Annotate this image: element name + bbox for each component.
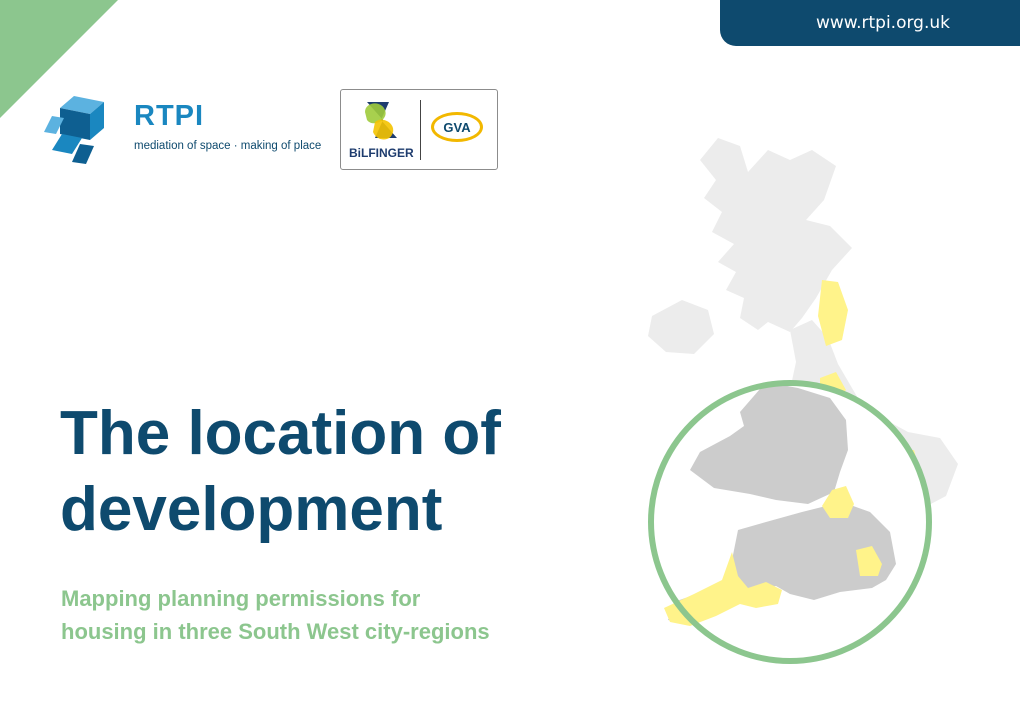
- rtpi-name: RTPI: [134, 100, 205, 132]
- bilfinger-mark-icon: [365, 102, 397, 140]
- rtpi-tagline: mediation of space · making of place: [134, 140, 322, 152]
- uk-map-illustration: [648, 138, 958, 664]
- rtpi-logo: RTPI mediation of space · making of plac…: [42, 94, 321, 170]
- subtitle-line-2: housing in three South West city-regions: [61, 619, 490, 644]
- page-title: The location of development: [60, 396, 501, 548]
- website-url[interactable]: www.rtpi.org.uk: [720, 0, 1020, 46]
- bilfinger-name: BiLFINGER: [349, 146, 414, 160]
- partner-logos: BiLFINGER GVA: [340, 89, 498, 170]
- title-line-1: The location of: [60, 399, 501, 468]
- gva-name: GVA: [443, 119, 471, 135]
- title-line-2: development: [60, 475, 443, 544]
- gva-badge-icon: GVA: [431, 112, 483, 142]
- page-subtitle: Mapping planning permissions for housing…: [61, 582, 490, 648]
- partner-divider: [420, 100, 421, 160]
- subtitle-line-1: Mapping planning permissions for: [61, 586, 421, 611]
- northern-ireland-shape: [648, 300, 714, 354]
- rtpi-cube-icon: [44, 96, 104, 164]
- website-url-text[interactable]: www.rtpi.org.uk: [816, 13, 950, 33]
